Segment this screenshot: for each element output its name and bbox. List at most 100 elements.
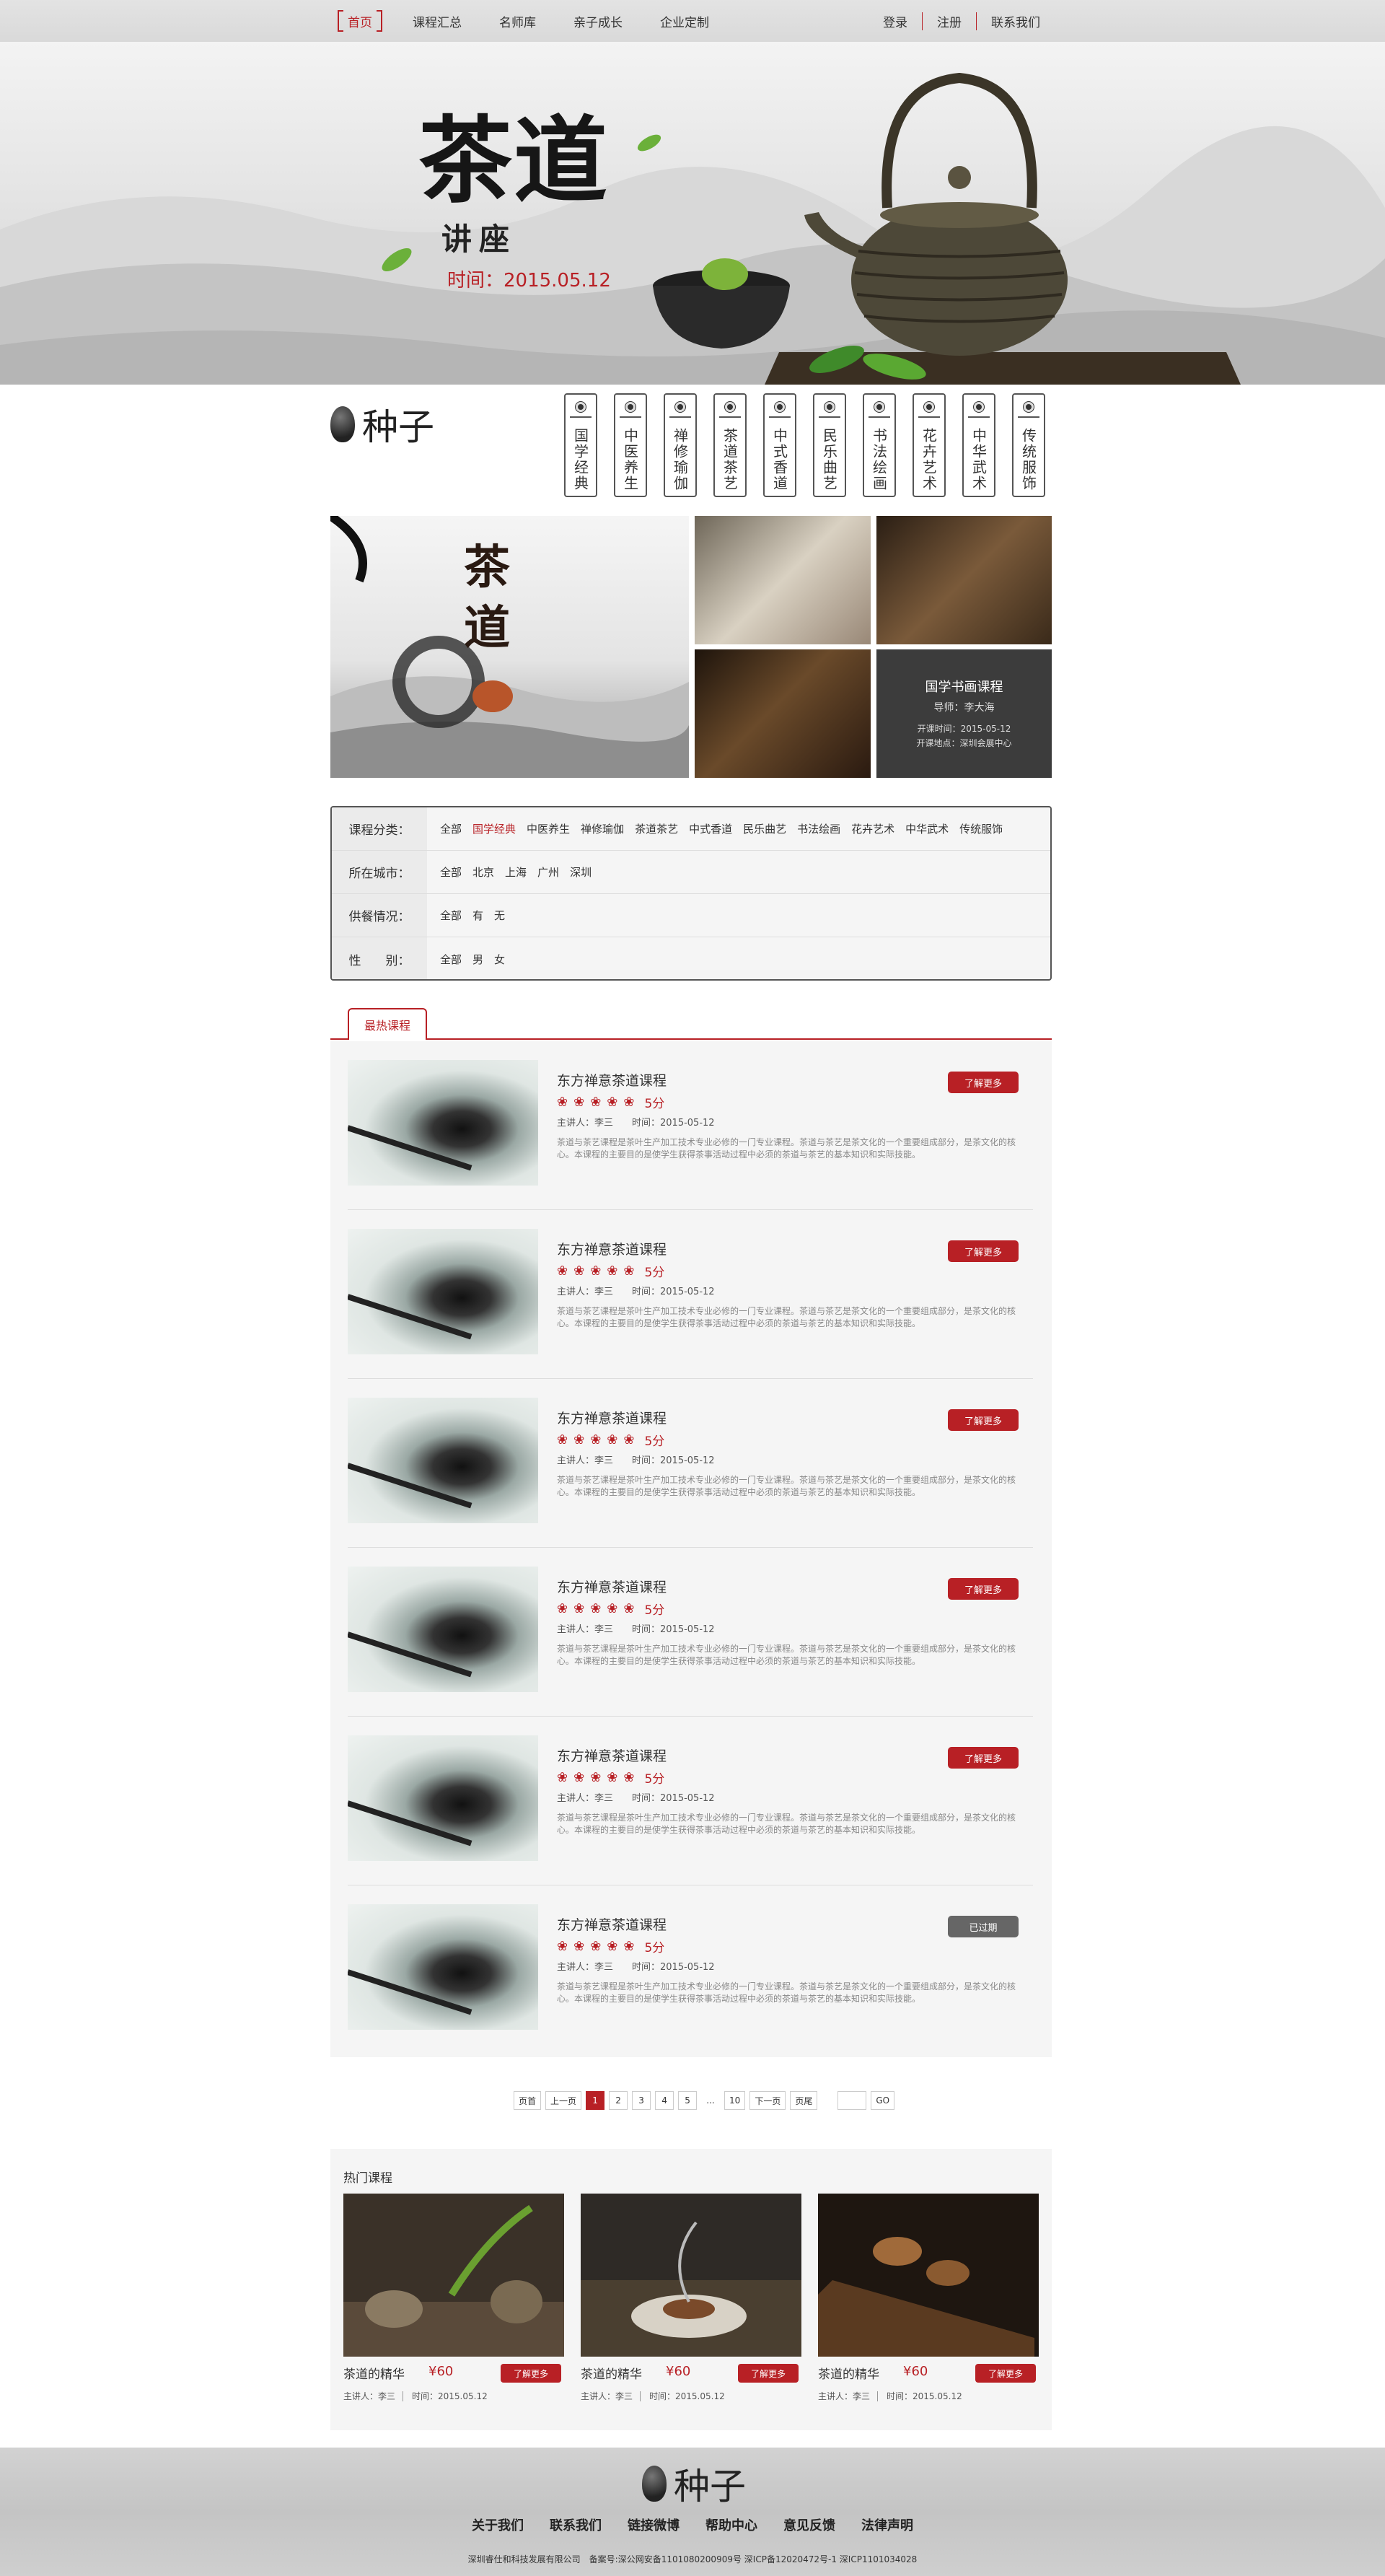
filter-option[interactable]: 全部 — [440, 908, 462, 923]
course-item[interactable]: 东方禅意茶道课程 ❀ ❀ ❀ ❀ ❀ 5分 主讲人：李三 时间：2015-05-12 茶道与茶艺课… — [348, 1548, 1033, 1717]
filter-option[interactable]: 女 — [494, 952, 505, 967]
learn-more-button[interactable]: 了解更多 — [948, 1072, 1019, 1093]
course-title[interactable]: 东方禅意茶道课程 — [557, 1745, 667, 1765]
filter-option[interactable]: 全部 — [440, 952, 462, 967]
course-item[interactable]: 东方禅意茶道课程 ❀ ❀ ❀ ❀ ❀ 5分 主讲人：李三 时间：2015-05-12 茶道与茶艺课… — [348, 1717, 1033, 1885]
learn-more-button[interactable]: 了解更多 — [948, 1409, 1019, 1431]
page-number-last[interactable]: 10 — [724, 2091, 746, 2110]
filter-option[interactable]: 广州 — [537, 864, 559, 880]
hero-banner[interactable]: 茶道 讲座 时间：2015.05.12 — [0, 42, 1385, 385]
category-scroll[interactable]: 传统服饰 — [1012, 393, 1045, 497]
filter-option[interactable]: 上海 — [505, 864, 527, 880]
learn-more-button[interactable]: 了解更多 — [948, 1578, 1019, 1600]
course-title[interactable]: 东方禅意茶道课程 — [557, 1239, 667, 1258]
filter-option[interactable]: 民乐曲艺 — [743, 821, 786, 836]
filter-option[interactable]: 茶道茶艺 — [635, 821, 678, 836]
page-first-button[interactable]: 页首 — [514, 2091, 542, 2110]
category-scroll[interactable]: 民乐曲艺 — [813, 393, 846, 497]
category-scroll[interactable]: 国学经典 — [564, 393, 597, 497]
course-thumbnail[interactable] — [348, 1567, 538, 1692]
footer-logo[interactable]: 种子 — [642, 2458, 746, 2510]
hot-course-card[interactable]: 茶道的精华 ¥60 了解更多 主讲人：李三 时间：2015.05.12 — [581, 2194, 801, 2401]
course-title[interactable]: 东方禅意茶道课程 — [557, 1577, 667, 1596]
category-scroll[interactable]: 中式香道 — [763, 393, 796, 497]
footer-link-legal[interactable]: 法律声明 — [861, 2515, 913, 2534]
course-item[interactable]: 东方禅意茶道课程 ❀ ❀ ❀ ❀ ❀ 5分 主讲人：李三 时间：2015-05-12 茶道与茶艺课… — [348, 1885, 1033, 2054]
login-link[interactable]: 登录 — [869, 12, 922, 30]
nav-course-summary[interactable]: 课程汇总 — [413, 12, 462, 30]
footer-link-weibo[interactable]: 链接微博 — [628, 2515, 680, 2534]
nav-home[interactable]: 首页 — [338, 9, 382, 32]
page-jump-input[interactable] — [837, 2091, 867, 2110]
filter-option[interactable]: 禅修瑜伽 — [581, 821, 624, 836]
guzheng-photo[interactable] — [695, 649, 871, 778]
course-thumbnail[interactable] — [348, 1398, 538, 1523]
course-item[interactable]: 东方禅意茶道课程 ❀ ❀ ❀ ❀ ❀ 5分 主讲人：李三 时间：2015-05-12 茶道与茶艺课… — [348, 1379, 1033, 1548]
filter-option[interactable]: 书法绘画 — [797, 821, 840, 836]
filter-option[interactable]: 全部 — [440, 864, 462, 880]
course-item[interactable]: 东方禅意茶道课程 ❀ ❀ ❀ ❀ ❀ 5分 主讲人：李三 时间：2015-05-12 茶道与茶艺课… — [348, 1210, 1033, 1379]
filter-option[interactable]: 有 — [472, 908, 483, 923]
footer-link-contact[interactable]: 联系我们 — [550, 2515, 602, 2534]
filter-option[interactable]: 花卉艺术 — [851, 821, 894, 836]
course-title[interactable]: 东方禅意茶道课程 — [557, 1070, 667, 1090]
filter-option[interactable]: 传统服饰 — [959, 821, 1003, 836]
filter-option[interactable]: 中式香道 — [689, 821, 732, 836]
page-number[interactable]: 4 — [655, 2091, 674, 2110]
footer-link-about[interactable]: 关于我们 — [472, 2515, 524, 2534]
filter-option[interactable]: 中华武术 — [905, 821, 949, 836]
page-number[interactable]: 5 — [678, 2091, 698, 2110]
filter-option[interactable]: 全部 — [440, 821, 462, 836]
page-go-button[interactable]: GO — [871, 2091, 895, 2110]
filter-option[interactable]: 深圳 — [570, 864, 592, 880]
contact-link[interactable]: 联系我们 — [976, 12, 1040, 30]
learn-more-button[interactable]: 了解更多 — [501, 2364, 561, 2383]
course-thumbnail[interactable] — [348, 1735, 538, 1861]
category-scroll[interactable]: 书法绘画 — [863, 393, 896, 497]
course-thumbnail[interactable] — [348, 1060, 538, 1186]
tab-hottest-courses[interactable]: 最热课程 — [348, 1008, 427, 1040]
learn-more-button[interactable]: 了解更多 — [975, 2364, 1036, 2383]
course-thumbnail[interactable] — [348, 1904, 538, 2030]
category-scroll[interactable]: 花卉艺术 — [913, 393, 946, 497]
page-number-current[interactable]: 1 — [586, 2091, 605, 2110]
nav-enterprise[interactable]: 企业定制 — [660, 12, 709, 30]
filter-option[interactable]: 国学经典 — [472, 821, 516, 836]
learn-more-button[interactable]: 了解更多 — [948, 1747, 1019, 1769]
filter-option[interactable]: 中医养生 — [527, 821, 570, 836]
page-number[interactable]: 2 — [609, 2091, 628, 2110]
calligraphy-course-promo[interactable]: 国学书画课程 导师：李大海 开课时间：2015-05-12 开课地点：深圳会展中… — [876, 649, 1052, 778]
expired-button[interactable]: 已过期 — [948, 1916, 1019, 1937]
course-title[interactable]: 东方禅意茶道课程 — [557, 1914, 667, 1934]
filter-option[interactable]: 无 — [494, 908, 505, 923]
hot-course-image[interactable] — [818, 2194, 1039, 2357]
tea-ceremony-feature[interactable]: 茶道 — [330, 516, 689, 778]
page-end-button[interactable]: 页尾 — [790, 2091, 818, 2110]
course-item[interactable]: 东方禅意茶道课程 ❀ ❀ ❀ ❀ ❀ 5分 主讲人：李三 时间：2015-05-12 茶道与茶艺课… — [348, 1041, 1033, 1210]
footer-link-feedback[interactable]: 意见反馈 — [783, 2515, 835, 2534]
course-thumbnail[interactable] — [348, 1229, 538, 1354]
register-link[interactable]: 注册 — [922, 12, 976, 30]
learn-more-button[interactable]: 了解更多 — [948, 1240, 1019, 1262]
site-logo[interactable]: 种子 — [330, 398, 434, 450]
page-number[interactable]: 3 — [632, 2091, 651, 2110]
learn-more-button[interactable]: 了解更多 — [738, 2364, 799, 2383]
category-scroll[interactable]: 中医养生 — [614, 393, 647, 497]
incense-photo[interactable] — [876, 516, 1052, 644]
hot-course-image[interactable] — [343, 2194, 564, 2357]
nav-teachers[interactable]: 名师库 — [499, 12, 536, 30]
page-prev-button[interactable]: 上一页 — [545, 2091, 582, 2110]
filter-option[interactable]: 北京 — [472, 864, 494, 880]
category-scroll[interactable]: 禅修瑜伽 — [664, 393, 697, 497]
course-title[interactable]: 东方禅意茶道课程 — [557, 1408, 667, 1427]
footer-link-help[interactable]: 帮助中心 — [705, 2515, 757, 2534]
hot-course-card[interactable]: 茶道的精华 ¥60 了解更多 主讲人：李三 时间：2015.05.12 — [343, 2194, 564, 2401]
filter-option[interactable]: 男 — [472, 952, 483, 967]
hot-course-card[interactable]: 茶道的精华 ¥60 了解更多 主讲人：李三 时间：2015.05.12 — [818, 2194, 1039, 2401]
page-next-button[interactable]: 下一页 — [749, 2091, 786, 2110]
hot-course-image[interactable] — [581, 2194, 801, 2357]
category-scroll[interactable]: 茶道茶艺 — [713, 393, 747, 497]
nav-parenting[interactable]: 亲子成长 — [573, 12, 623, 30]
category-scroll[interactable]: 中华武术 — [962, 393, 995, 497]
tea-table-photo[interactable] — [695, 516, 871, 644]
